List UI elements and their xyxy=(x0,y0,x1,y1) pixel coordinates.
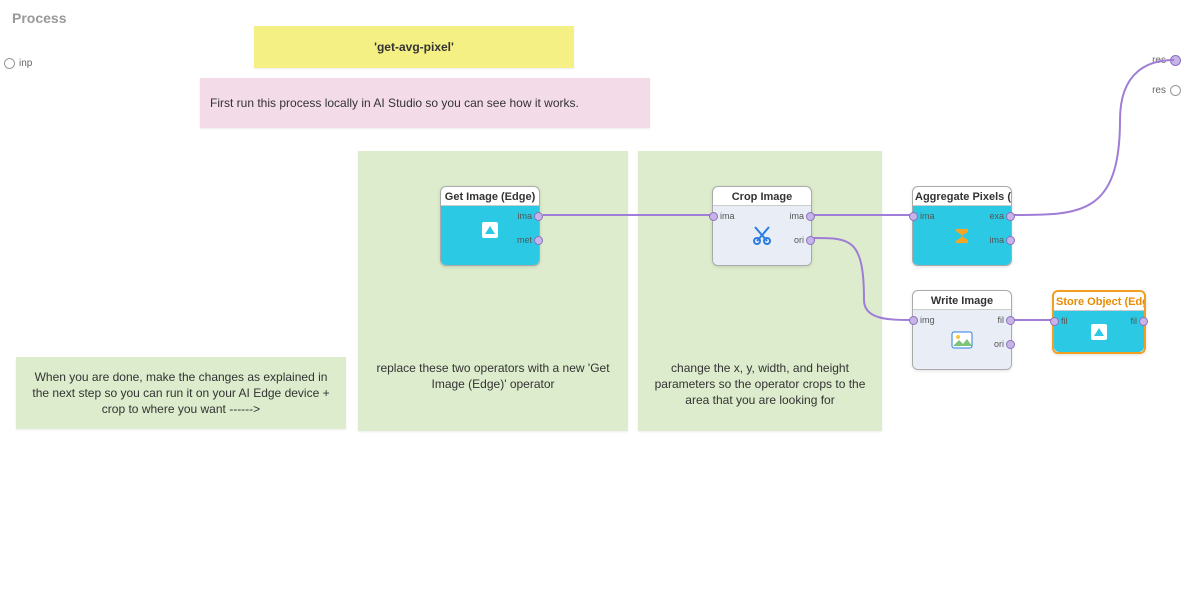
note-title: 'get-avg-pixel' xyxy=(254,26,574,68)
port-label: res xyxy=(1152,55,1166,66)
port-ima-in[interactable]: ima xyxy=(709,212,735,221)
page-title: Process xyxy=(12,10,66,26)
port-ima-out[interactable]: ima xyxy=(789,212,815,221)
port-ima-out[interactable]: ima xyxy=(517,212,543,221)
op-title: Store Object (Edge) xyxy=(1054,292,1144,310)
port-met-out[interactable]: met xyxy=(517,236,543,245)
port-fil-out[interactable]: fil xyxy=(998,316,1016,325)
process-port-res2[interactable]: res xyxy=(1152,85,1181,96)
note-instruction: First run this process locally in AI Stu… xyxy=(200,78,650,128)
port-ori-out[interactable]: ori xyxy=(994,340,1015,349)
port-ori-out[interactable]: ori xyxy=(794,236,815,245)
op-write-image[interactable]: Write Image img fil ori xyxy=(912,290,1012,370)
image-icon xyxy=(951,329,973,351)
note-crop-text: change the x, y, width, and height param… xyxy=(638,360,882,409)
port-ima-in[interactable]: ima xyxy=(909,212,935,221)
triangle-icon xyxy=(1088,321,1110,343)
triangle-icon xyxy=(479,219,501,241)
op-title: Write Image xyxy=(913,291,1011,309)
op-get-image-edge[interactable]: Get Image (Edge) ima met xyxy=(440,186,540,266)
port-fil-in[interactable]: fil xyxy=(1050,317,1068,326)
port-label: res xyxy=(1152,85,1166,96)
op-title: Aggregate Pixels (B... xyxy=(913,187,1011,205)
process-port-res1[interactable]: res xyxy=(1152,55,1181,66)
sigma-icon xyxy=(951,225,973,247)
op-crop-image[interactable]: Crop Image ima ima ori xyxy=(712,186,812,266)
port-exa-out[interactable]: exa xyxy=(989,212,1015,221)
port-ima-out[interactable]: ima xyxy=(989,236,1015,245)
port-fil-out[interactable]: fil xyxy=(1131,317,1149,326)
process-port-inp[interactable]: inp xyxy=(4,58,32,69)
op-aggregate-pixels[interactable]: Aggregate Pixels (B... ima exa ima xyxy=(912,186,1012,266)
op-store-object-edge[interactable]: Store Object (Edge) fil fil xyxy=(1052,290,1146,354)
note-replace-text: replace these two operators with a new '… xyxy=(358,360,628,392)
op-title: Get Image (Edge) xyxy=(441,187,539,205)
port-label: inp xyxy=(19,58,32,69)
note-done: When you are done, make the changes as e… xyxy=(16,357,346,429)
op-title: Crop Image xyxy=(713,187,811,205)
scissors-icon xyxy=(751,225,773,247)
port-img-in[interactable]: img xyxy=(909,316,935,325)
